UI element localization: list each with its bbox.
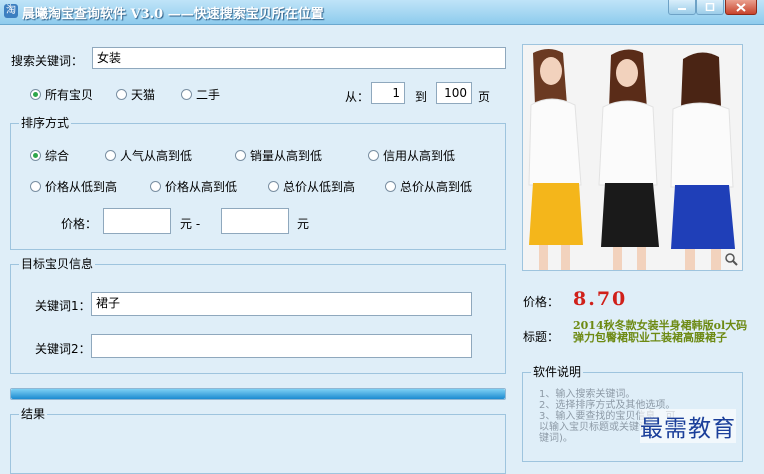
target-keyword2-label: 关键词2： (35, 342, 91, 356)
radio-icon (368, 150, 379, 161)
search-progress-bar (10, 388, 506, 400)
product-image (522, 44, 743, 271)
radio-icon (385, 181, 396, 192)
maximize-button[interactable] (696, 0, 724, 15)
scope-secondhand-label: 二手 (196, 88, 221, 102)
sort-option-label: 总价从低到高 (283, 180, 356, 194)
product-price: 8.70 (573, 288, 628, 310)
price-label: 价格： (61, 217, 98, 231)
radio-icon (116, 89, 127, 100)
radio-icon (105, 150, 116, 161)
minimize-icon (678, 8, 686, 10)
product-price-label: 价格： (523, 295, 560, 309)
maximize-icon (705, 3, 715, 11)
sort-option-6[interactable]: 总价从低到高 (268, 178, 355, 195)
scope-secondhand-radio[interactable]: 二手 (181, 86, 220, 103)
page-from-input[interactable]: 1 (371, 82, 405, 104)
product-title: 2014秋冬款女装半身裙韩版ol大码弹力包臀裙职业工装裙高腰裙子 (573, 319, 748, 344)
close-button[interactable] (725, 0, 757, 15)
sort-option-label: 总价从高到低 (400, 180, 473, 194)
app-icon: 淘 (4, 4, 18, 18)
price-max-input[interactable] (221, 208, 289, 234)
scope-all-label: 所有宝贝 (45, 88, 94, 102)
product-title-label: 标题： (523, 330, 560, 344)
page-unit-label: 页 (478, 90, 491, 104)
sort-option-1[interactable]: 人气从高到低 (105, 147, 192, 164)
price-unit-dash: 元 - (180, 217, 201, 231)
watermark-text: 最需教育 (640, 409, 736, 443)
radio-icon (150, 181, 161, 192)
target-keyword1-label: 关键词1： (35, 299, 91, 313)
sort-option-label: 综合 (45, 149, 70, 163)
target-group-title: 目标宝贝信息 (19, 257, 96, 271)
window-title: 晨曦淘宝查询软件 V3.0 ——快速搜索宝贝所在位置 (22, 7, 324, 22)
keyword-label: 搜索关键词： (11, 54, 84, 68)
progress-fill (11, 389, 505, 399)
target-keyword1-input[interactable]: 裙子 (91, 292, 472, 316)
sort-option-label: 信用从高到低 (383, 149, 456, 163)
sort-option-label: 销量从高到低 (250, 149, 323, 163)
radio-icon (181, 89, 192, 100)
price-min-input[interactable] (103, 208, 171, 234)
minimize-button[interactable] (668, 0, 696, 15)
sort-option-5[interactable]: 价格从高到低 (150, 178, 237, 195)
page-from-label: 从： (345, 90, 370, 104)
page-to-input[interactable]: 100 (436, 82, 472, 104)
radio-selected-icon (30, 150, 41, 161)
results-group: 结果 (10, 407, 506, 474)
sort-option-4[interactable]: 价格从低到高 (30, 178, 117, 195)
sort-option-0[interactable]: 综合 (30, 147, 69, 164)
sort-group-title: 排序方式 (19, 116, 72, 130)
keyword-input[interactable]: 女装 (92, 47, 506, 69)
sort-option-label: 人气从高到低 (120, 149, 193, 163)
sort-option-7[interactable]: 总价从高到低 (385, 178, 472, 195)
sort-option-label: 价格从高到低 (165, 180, 238, 194)
scope-tmall-radio[interactable]: 天猫 (116, 86, 155, 103)
scope-tmall-label: 天猫 (131, 88, 156, 102)
zoom-icon[interactable] (724, 252, 738, 266)
radio-icon (30, 181, 41, 192)
radio-icon (268, 181, 279, 192)
title-bar: 淘 晨曦淘宝查询软件 V3.0 ——快速搜索宝贝所在位置 (0, 0, 764, 25)
radio-icon (235, 150, 246, 161)
sort-option-2[interactable]: 销量从高到低 (235, 147, 322, 164)
close-icon (736, 3, 746, 12)
results-group-title: 结果 (19, 407, 48, 421)
page-to-label: 到 (415, 90, 428, 104)
notes-item: 1、输入搜索关键词。 (539, 389, 636, 400)
target-keyword2-input[interactable] (91, 334, 472, 358)
notes-group-title: 软件说明 (531, 365, 584, 379)
scope-all-radio[interactable]: 所有宝贝 (30, 86, 93, 103)
sort-option-label: 价格从低到高 (45, 180, 118, 194)
sort-option-3[interactable]: 信用从高到低 (368, 147, 455, 164)
product-photo (523, 45, 742, 270)
radio-selected-icon (30, 89, 41, 100)
price-unit: 元 (297, 217, 310, 231)
